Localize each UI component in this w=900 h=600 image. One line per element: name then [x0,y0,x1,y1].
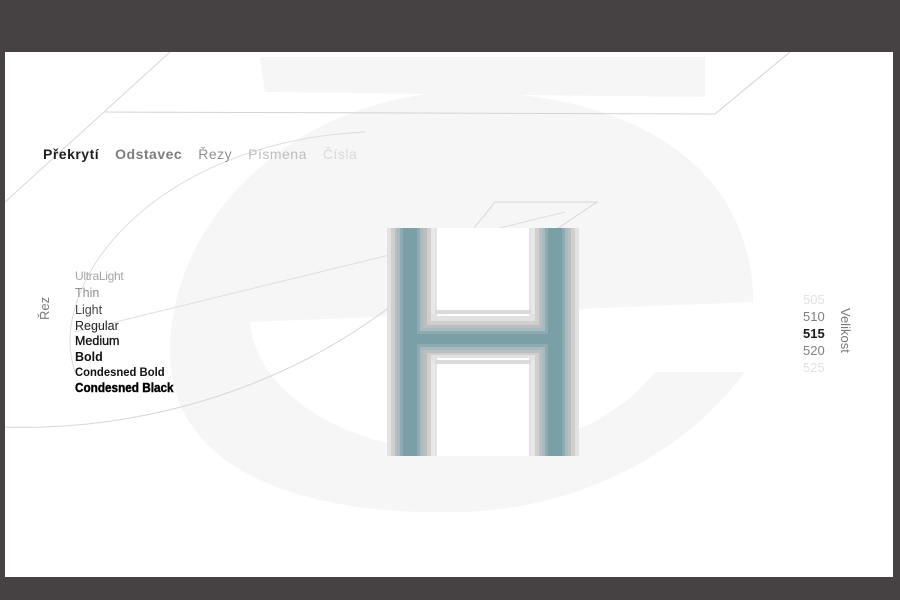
weight-item-bold[interactable]: Bold [75,349,180,365]
weight-item-ultralight[interactable]: UltraLight [75,268,180,284]
size-item-selected[interactable]: 515 [803,325,825,342]
size-list: 505 510 515 520 525 [803,291,825,376]
size-item[interactable]: 510 [803,308,825,325]
weight-item-regular[interactable]: Regular [75,318,180,334]
weight-item-medium[interactable]: Medium [75,334,180,349]
weight-list: UltraLight Thin Light Regular Medium Bol… [75,268,180,396]
nav-item-odstavec[interactable]: Odstavec [115,146,182,162]
size-item[interactable]: 505 [803,291,825,308]
nav-item-pismena[interactable]: Písmena [248,146,307,162]
weight-item-condensed-bold[interactable]: Condesned Bold [75,365,174,380]
weight-item-light[interactable]: Light [75,302,180,318]
weight-item-thin[interactable]: Thin [75,284,180,302]
weight-axis-label: Řez [37,296,52,320]
glyph-layer [387,228,579,456]
deco-line [5,52,171,203]
size-item[interactable]: 520 [803,342,825,359]
nav-item-rezy[interactable]: Řezy [198,146,232,162]
weight-item-condensed-black[interactable]: Condesned Black [75,380,174,396]
top-nav: Překrytí Odstavec Řezy Písmena Čísla [43,146,373,162]
canvas: Překrytí Odstavec Řezy Písmena Čísla Řez… [5,52,893,577]
size-item[interactable]: 525 [803,359,825,376]
nav-item-prekryti[interactable]: Překrytí [43,146,99,162]
size-axis-label: Velikost [838,308,853,353]
nav-item-cisla[interactable]: Čísla [323,146,357,162]
overlay-glyph-h [387,228,579,456]
